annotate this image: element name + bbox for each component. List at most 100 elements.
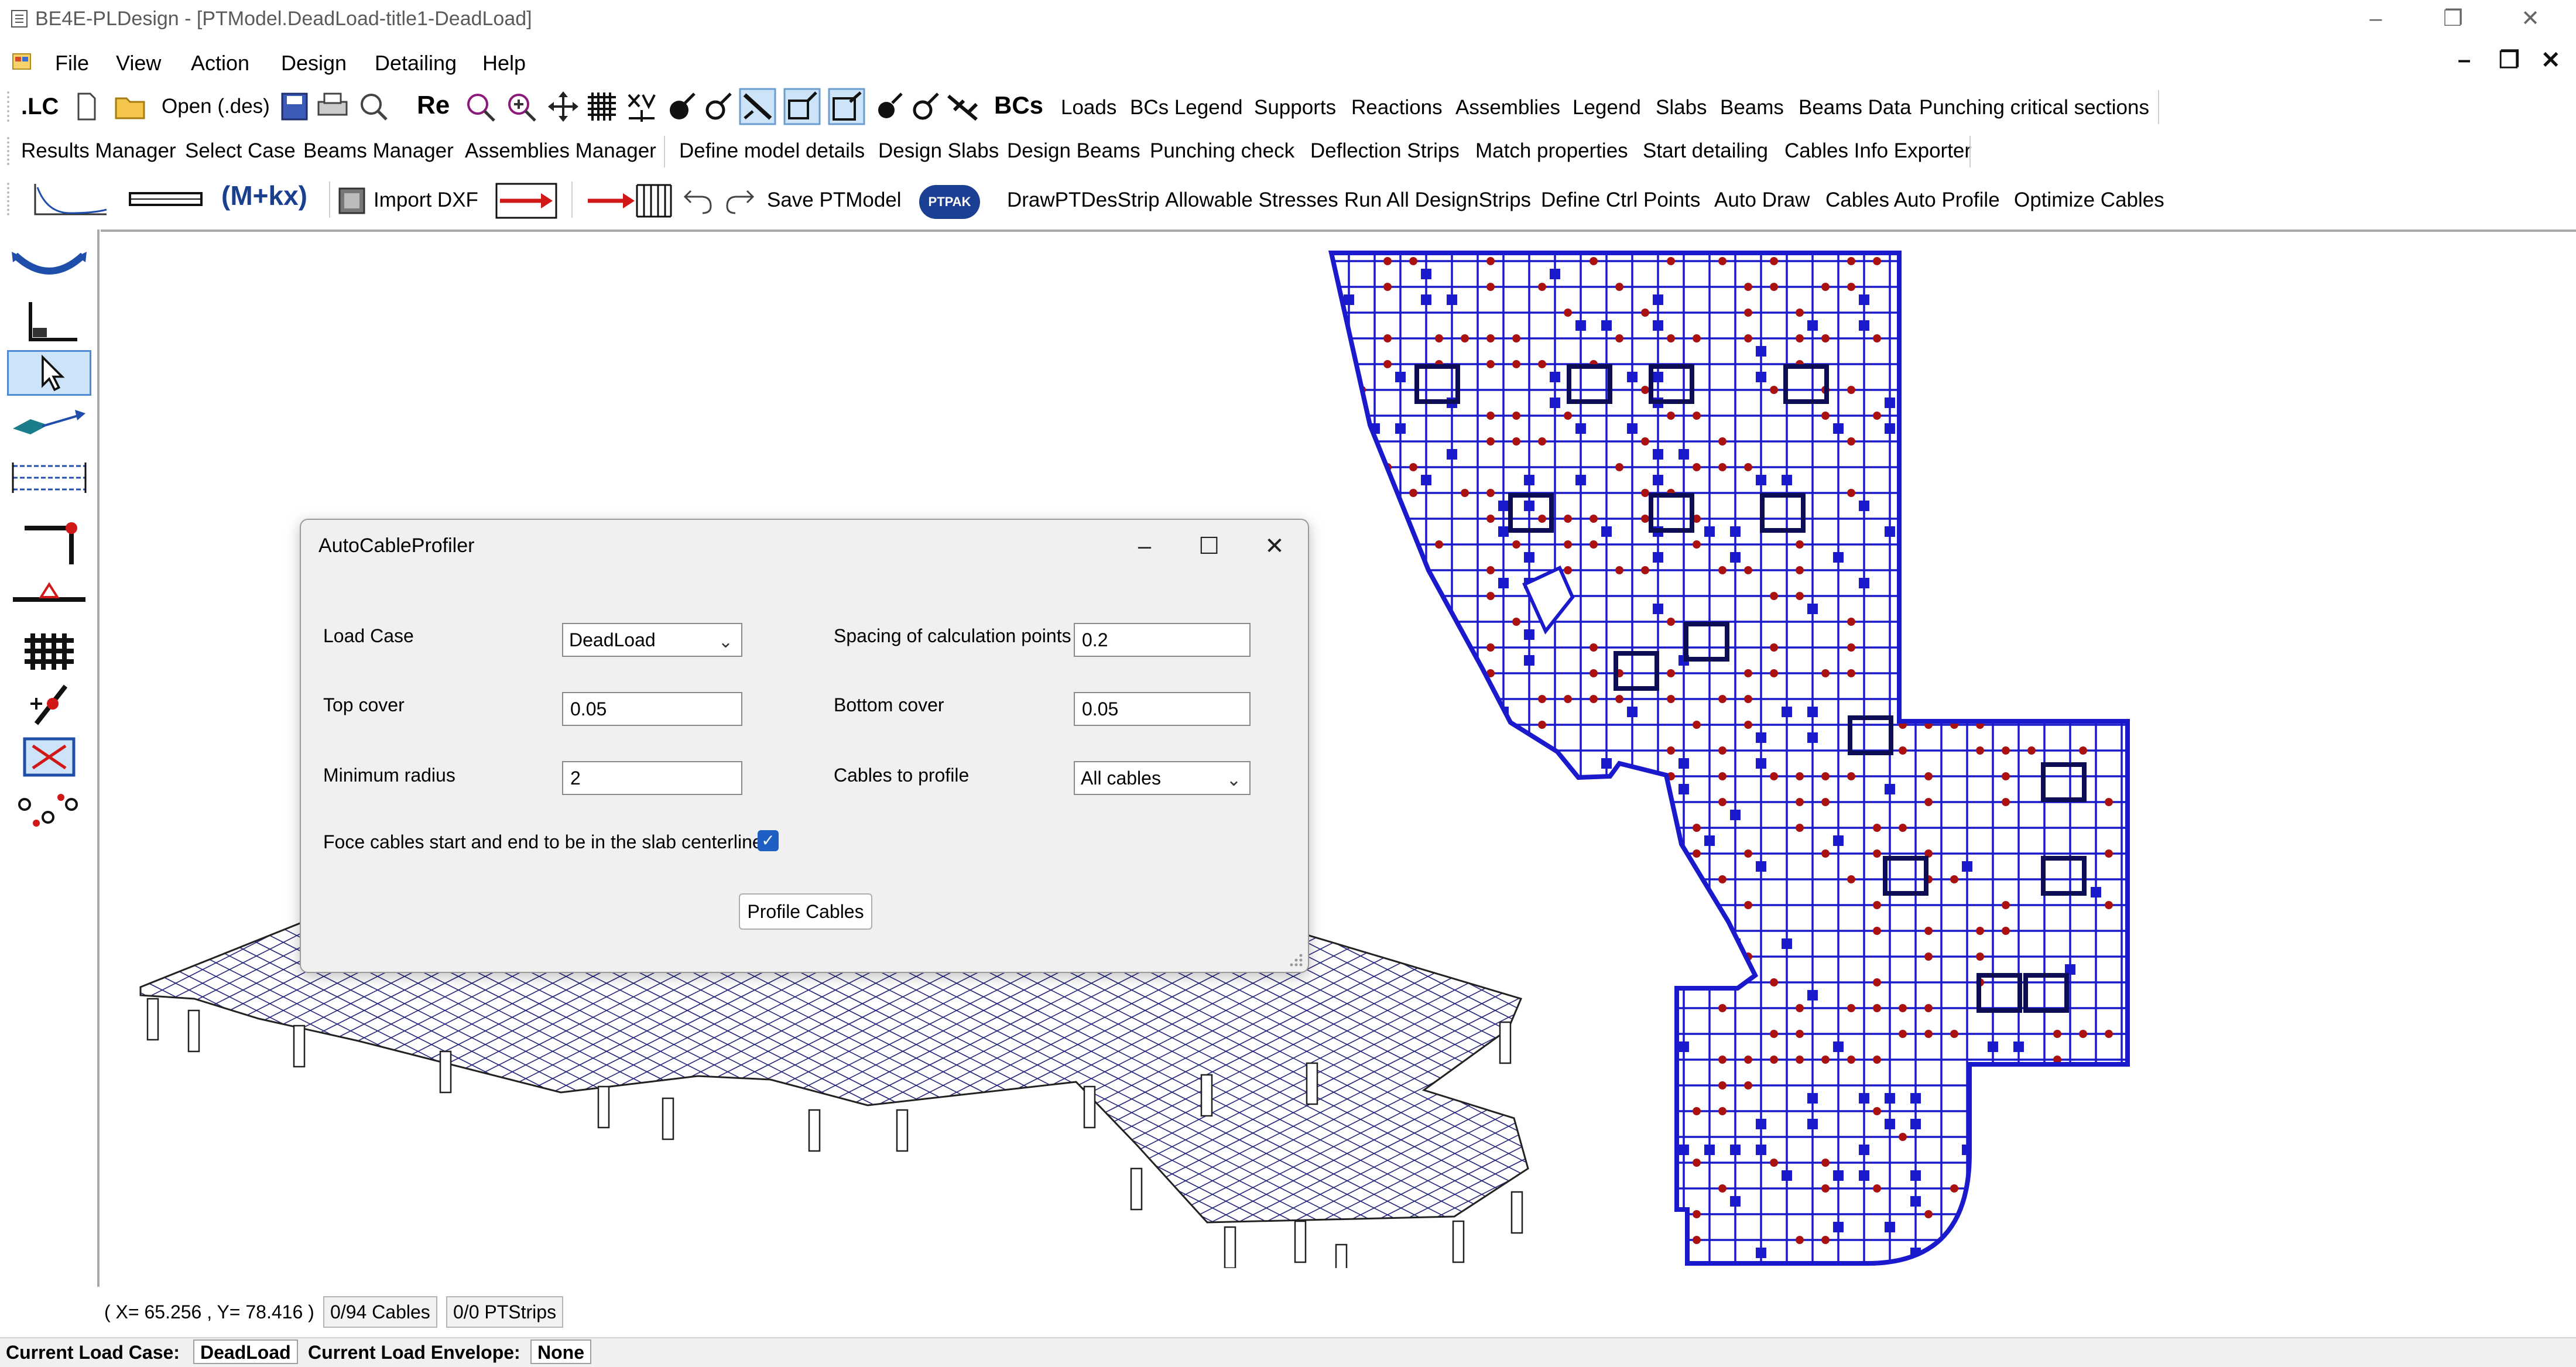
open-folder-icon[interactable] xyxy=(114,91,149,122)
ptpak-logo-button[interactable]: PTPAK xyxy=(919,185,980,219)
point-icon[interactable] xyxy=(873,90,904,123)
draw-line-icon[interactable] xyxy=(739,88,776,125)
cable-drape-icon[interactable] xyxy=(7,242,91,289)
select-case-button[interactable]: Select Case xyxy=(185,138,296,164)
zoom-in-icon[interactable] xyxy=(503,90,539,123)
dialog-maximize-button[interactable]: ☐ xyxy=(1177,520,1241,573)
close-button[interactable]: ✕ xyxy=(2495,0,2565,37)
point-load-icon[interactable] xyxy=(7,680,91,727)
assemblies-button[interactable]: Assemblies xyxy=(1455,95,1560,121)
cable-curve-icon[interactable] xyxy=(29,180,111,220)
redraw-button[interactable]: Re xyxy=(417,92,450,118)
ring-icon[interactable] xyxy=(703,90,733,123)
cables-info-exporter-button[interactable]: Cables Info Exporter xyxy=(1784,138,1971,164)
force-centerline-checkbox[interactable]: ✓ xyxy=(758,830,779,851)
loads-button[interactable]: Loads xyxy=(1061,95,1116,121)
assemblies-manager-button[interactable]: Assemblies Manager xyxy=(465,138,656,164)
mdi-minimize-button[interactable]: – xyxy=(2458,47,2471,73)
results-manager-button[interactable]: Results Manager xyxy=(21,138,176,164)
drawing-canvas[interactable]: AutoCableProfiler – ☐ ✕ Load Case DeadLo… xyxy=(101,229,2576,1289)
mesh-grid-icon[interactable] xyxy=(7,628,91,674)
print-icon[interactable] xyxy=(316,91,349,122)
cables-to-profile-select[interactable]: All cables ⌄ xyxy=(1074,761,1251,795)
match-properties-button[interactable]: Match properties xyxy=(1475,138,1628,164)
redo-icon[interactable] xyxy=(724,186,755,215)
optimize-cables-button[interactable]: Optimize Cables xyxy=(2014,187,2164,213)
design-beams-button[interactable]: Design Beams xyxy=(1007,138,1140,164)
grid-icon[interactable] xyxy=(585,90,618,123)
draw-ptdesstrip-button[interactable]: DrawPTDesStrip xyxy=(1007,187,1160,213)
deflection-strips-button[interactable]: Deflection Strips xyxy=(1310,138,1460,164)
reactions-button[interactable]: Reactions xyxy=(1351,95,1443,121)
supports-button[interactable]: Supports xyxy=(1254,95,1336,121)
define-ctrl-points-button[interactable]: Define Ctrl Points xyxy=(1541,187,1700,213)
menu-view[interactable]: View xyxy=(116,50,161,76)
beams-manager-button[interactable]: Beams Manager xyxy=(303,138,454,164)
bcs-button[interactable]: BCs xyxy=(994,92,1043,118)
menu-design[interactable]: Design xyxy=(281,50,347,76)
save-icon[interactable] xyxy=(280,91,309,122)
circle-point-icon[interactable] xyxy=(910,90,940,123)
auto-draw-button[interactable]: Auto Draw xyxy=(1714,187,1810,213)
dialog-close-button[interactable]: ✕ xyxy=(1242,520,1307,573)
slabs-button[interactable]: Slabs xyxy=(1656,95,1707,121)
strip-grid-icon[interactable] xyxy=(7,454,91,501)
save-ptmodel-button[interactable]: Save PTModel xyxy=(767,187,902,213)
menu-action[interactable]: Action xyxy=(191,50,249,76)
cable-node xyxy=(1730,552,1741,563)
moment-formula-button[interactable]: (M+kx) xyxy=(221,182,307,209)
draw-area-icon[interactable] xyxy=(783,88,821,125)
beams-data-button[interactable]: Beams Data xyxy=(1799,95,1912,121)
import-dxf-icon[interactable] xyxy=(337,186,366,215)
load-case-select[interactable]: DeadLoad ⌄ xyxy=(562,623,742,657)
brush-icon[interactable] xyxy=(666,90,697,123)
start-detailing-button[interactable]: Start detailing xyxy=(1643,138,1768,164)
top-cover-input[interactable]: 0.05 xyxy=(562,692,742,726)
new-file-icon[interactable] xyxy=(75,91,98,122)
beams-button[interactable]: Beams xyxy=(1720,95,1784,121)
menu-help[interactable]: Help xyxy=(482,50,526,76)
strip-icon[interactable] xyxy=(128,186,204,213)
minimize-button[interactable]: – xyxy=(2341,0,2411,37)
legend-button[interactable]: Legend xyxy=(1573,95,1641,121)
print-preview-icon[interactable] xyxy=(357,91,390,122)
axes-text-icon[interactable] xyxy=(625,90,658,123)
dialog-minimize-button[interactable]: – xyxy=(1112,520,1177,573)
undo-icon[interactable] xyxy=(683,186,714,215)
slab-plane-icon[interactable] xyxy=(7,402,91,448)
menu-detailing[interactable]: Detailing xyxy=(375,50,457,76)
opening-icon[interactable] xyxy=(7,733,91,780)
punching-critical-sections-button[interactable]: Punching critical sections xyxy=(1919,95,2149,121)
load-case-button[interactable]: .LC xyxy=(21,94,59,119)
cable-grid-icon[interactable] xyxy=(585,181,673,220)
mdi-close-button[interactable]: ✕ xyxy=(2541,47,2561,74)
import-dxf-button[interactable]: Import DXF xyxy=(374,187,478,213)
cables-auto-profile-button[interactable]: Cables Auto Profile xyxy=(1825,187,2000,213)
zoom-window-icon[interactable] xyxy=(463,90,498,123)
design-slabs-button[interactable]: Design Slabs xyxy=(878,138,999,164)
profile-cables-button[interactable]: Profile Cables xyxy=(739,893,872,930)
bottom-cover-input[interactable]: 0.05 xyxy=(1074,692,1251,726)
pan-icon[interactable] xyxy=(547,90,580,123)
define-model-details-button[interactable]: Define model details xyxy=(679,138,865,164)
run-all-designstrips-button[interactable]: Run All DesignStrips xyxy=(1344,187,1531,213)
restore-button[interactable]: ❐ xyxy=(2418,0,2488,37)
line-support-icon[interactable] xyxy=(7,574,91,621)
mdi-restore-button[interactable]: ❐ xyxy=(2499,47,2520,74)
cable-marker xyxy=(1461,669,1469,677)
open-des-button[interactable]: Open (.des) xyxy=(162,94,270,119)
pointer-tool-selected[interactable] xyxy=(7,350,91,396)
axis-icon[interactable] xyxy=(7,299,91,345)
menu-file[interactable]: File xyxy=(55,50,89,76)
draw-rect-icon[interactable] xyxy=(828,88,865,125)
spacing-input[interactable]: 0.2 xyxy=(1074,623,1251,657)
bcs-legend-button[interactable]: BCs Legend xyxy=(1130,95,1243,121)
cable-arrow-icon[interactable] xyxy=(494,181,559,220)
control-points-icon[interactable] xyxy=(7,787,91,834)
allowable-stresses-button[interactable]: Allowable Stresses xyxy=(1165,187,1338,213)
support-column-icon[interactable] xyxy=(7,520,91,567)
punching-check-button[interactable]: Punching check xyxy=(1150,138,1294,164)
minimum-radius-input[interactable]: 2 xyxy=(562,761,742,795)
resize-grip-icon[interactable] xyxy=(1287,951,1304,968)
polyline-icon[interactable] xyxy=(946,90,981,123)
